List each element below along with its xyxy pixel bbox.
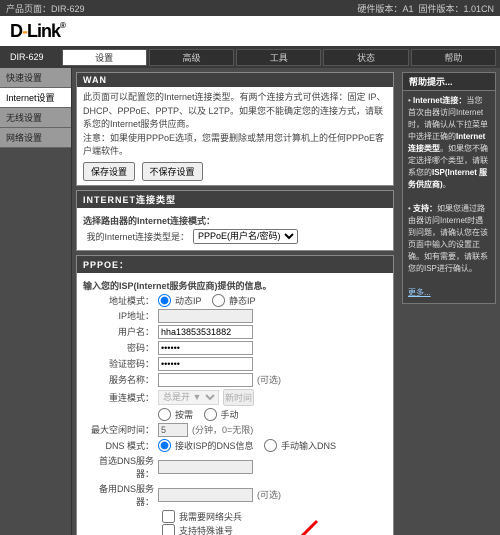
center-panel: WAN 此页面可以配置您的Internet连接类型。有两个连接方式可供选择：固定… — [72, 68, 398, 535]
main-tabs: DIR-629 设置 高级 工具 状态 帮助 — [0, 46, 500, 68]
addr-dynamic-radio[interactable] — [158, 294, 171, 307]
ip-input — [158, 309, 253, 323]
wan-intro-1: 此页面可以配置您的Internet连接类型。有两个连接方式可供选择：固定 IP、… — [83, 91, 387, 132]
nav-internet[interactable]: Internet设置 — [0, 88, 71, 108]
password-input[interactable] — [158, 341, 253, 355]
top-info-bar: 产品页面：DIR-629 硬件版本：A1 固件版本：1.01CN — [0, 0, 500, 16]
brand-bar: D-Link® — [0, 16, 500, 46]
tab-advanced[interactable]: 高级 — [149, 49, 234, 66]
dont-save-button[interactable]: 不保存设置 — [142, 162, 203, 181]
save-button[interactable]: 保存设置 — [83, 162, 135, 181]
help-sidebar: 帮助提示... • Internet连接：当您首次由器访问Internet时，请… — [398, 68, 500, 535]
tips-body: • Internet连接：当您首次由器访问Internet时，请确认从下拉菜单中… — [408, 95, 490, 275]
nav-network[interactable]: 网络设置 — [0, 128, 71, 148]
brand-logo: D-Link® — [10, 21, 65, 42]
itype-select[interactable]: PPPoE(用户名/密码) — [193, 229, 298, 244]
nav-quick[interactable]: 快速设置 — [0, 68, 71, 88]
left-nav: 快速设置 Internet设置 无线设置 网络设置 — [0, 68, 72, 535]
pppoe-title: PPPOE： — [77, 256, 393, 273]
dns1-input — [158, 460, 253, 474]
ck-netsentry[interactable] — [162, 510, 175, 523]
dns-isp-radio[interactable] — [158, 439, 171, 452]
reconnect-demand-radio[interactable] — [158, 408, 171, 421]
model-label: DIR-629 — [4, 52, 60, 62]
password2-input[interactable] — [158, 357, 253, 371]
idle-input — [158, 423, 188, 437]
reconnect-select: 总是开 ▼ — [158, 390, 219, 405]
tab-status[interactable]: 状态 — [323, 49, 408, 66]
nav-wireless[interactable]: 无线设置 — [0, 108, 71, 128]
newtime-button: 新时间 — [223, 389, 254, 406]
itype-label: 我的Internet连接类型是： — [83, 230, 193, 243]
addr-static-radio[interactable] — [212, 294, 225, 307]
tab-help[interactable]: 帮助 — [411, 49, 496, 66]
wan-intro-2: 注意：如果使用PPPoE选项，您需要删除或禁用您计算机上的任何PPPoE客户端软… — [83, 132, 387, 159]
tab-tools[interactable]: 工具 — [236, 49, 321, 66]
dns2-input — [158, 488, 253, 502]
more-link[interactable]: 更多... — [408, 288, 431, 297]
username-input[interactable] — [158, 325, 253, 339]
service-input[interactable] — [158, 373, 253, 387]
reconnect-manual-radio[interactable] — [204, 408, 217, 421]
ck-special[interactable] — [162, 524, 175, 535]
dns-manual-radio[interactable] — [264, 439, 277, 452]
tab-setup[interactable]: 设置 — [62, 49, 147, 66]
wan-title: WAN — [77, 73, 393, 87]
itype-sub: 选择路由器的Internet连接模式： — [83, 214, 387, 227]
tips-title: 帮助提示... — [402, 72, 496, 90]
itype-title: INTERNET连接类型 — [77, 191, 393, 208]
pppoe-sub: 输入您的ISP(Internet服务供应商)提供的信息。 — [83, 279, 387, 292]
